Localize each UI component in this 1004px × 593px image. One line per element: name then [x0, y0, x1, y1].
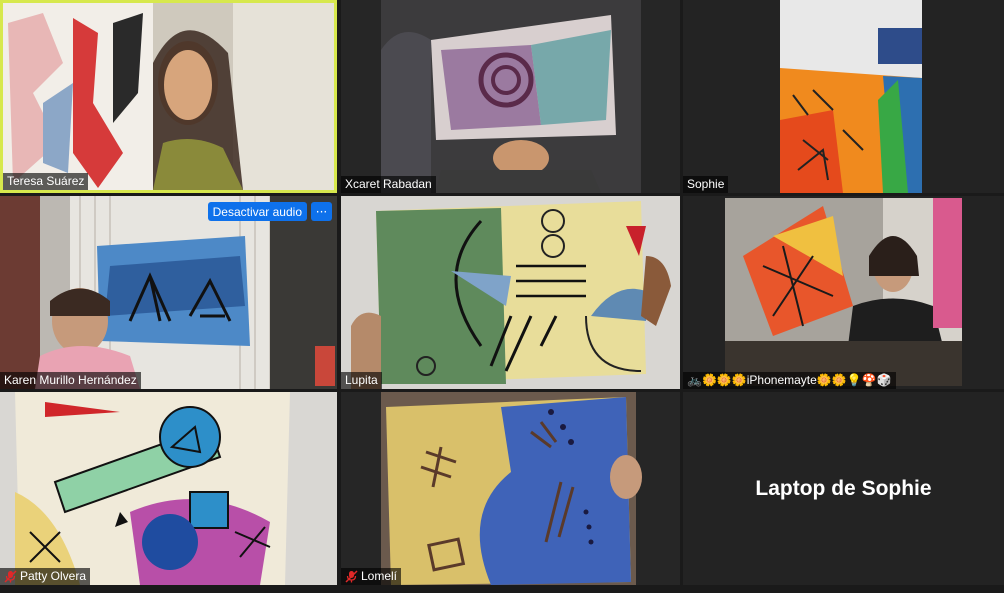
- participant-name-placeholder: Laptop de Sophie: [755, 476, 932, 500]
- video-feed: [341, 0, 680, 193]
- participant-name: Lomelí: [341, 568, 402, 585]
- participant-name: Patty Olvera: [0, 568, 91, 585]
- video-feed: [0, 392, 337, 585]
- video-feed: [341, 392, 680, 585]
- video-tile-teresa[interactable]: Teresa Suárez: [0, 0, 337, 193]
- video-tile-karen[interactable]: Desactivar audio ··· Karen Murillo Herná…: [0, 196, 337, 389]
- video-tile-lomeli[interactable]: Lomelí: [341, 392, 680, 585]
- participant-name: Sophie: [683, 176, 729, 193]
- video-tile-lupita[interactable]: Lupita: [341, 196, 680, 389]
- participant-name: Xcaret Rabadan: [341, 176, 436, 193]
- video-feed: [683, 196, 1004, 389]
- video-tile-sophie[interactable]: Sophie: [683, 0, 1004, 193]
- video-tile-laptop-sophie[interactable]: Laptop de Sophie: [683, 392, 1004, 585]
- video-tile-xcaret[interactable]: Xcaret Rabadan: [341, 0, 680, 193]
- participant-name: 🚲🌼🌼🌼iPhonemayte🌼🌼💡🍄🎲: [683, 372, 896, 389]
- video-feed: [3, 3, 334, 190]
- participant-name: Lupita: [341, 372, 382, 389]
- video-feed: [683, 0, 1004, 193]
- participant-name: Teresa Suárez: [3, 173, 89, 190]
- more-options-button[interactable]: ···: [311, 202, 332, 221]
- video-tile-patty[interactable]: Patty Olvera: [0, 392, 337, 585]
- video-feed: [341, 196, 680, 389]
- video-tile-iphonemayte[interactable]: 🚲🌼🌼🌼iPhonemayte🌼🌼💡🍄🎲: [683, 196, 1004, 389]
- muted-mic-icon: [345, 570, 358, 583]
- participant-name: Karen Murillo Hernández: [0, 372, 141, 389]
- muted-mic-icon: [4, 570, 17, 583]
- video-feed: [0, 196, 337, 389]
- mute-participant-button[interactable]: Desactivar audio: [207, 202, 307, 221]
